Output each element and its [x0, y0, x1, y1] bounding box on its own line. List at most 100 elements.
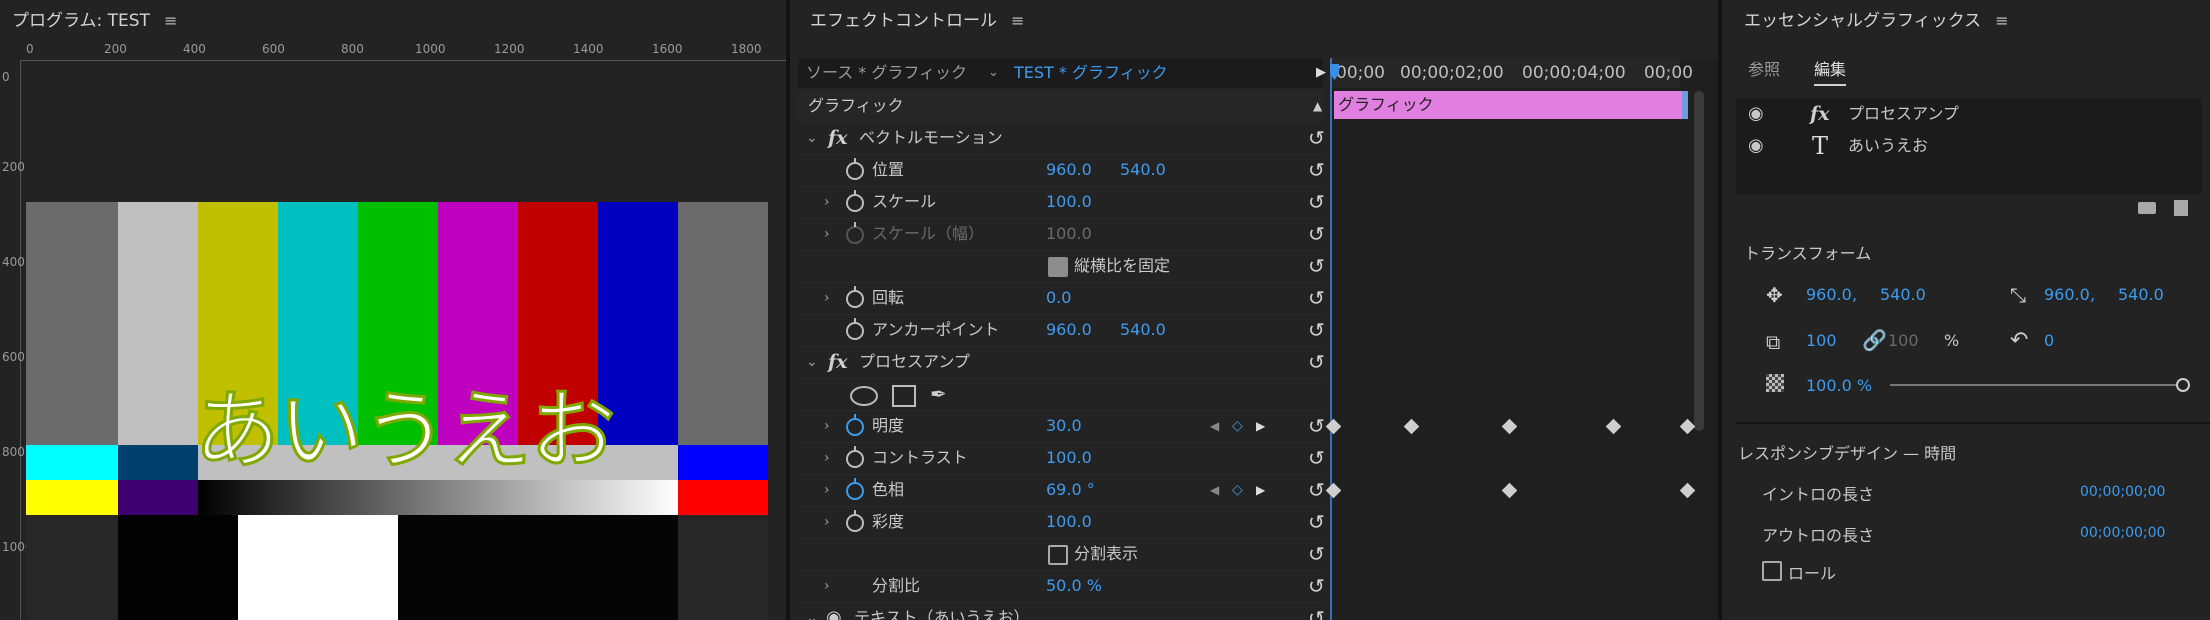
clip-end-handle[interactable] [1682, 91, 1688, 119]
scale-value[interactable]: 100 [1806, 331, 1837, 350]
scale-value[interactable]: 100.0 [1046, 186, 1092, 218]
reset-icon[interactable]: ↺ [1308, 282, 1325, 314]
stopwatch-icon[interactable] [846, 414, 864, 436]
anchor-point-icon[interactable]: ⤡ [2010, 283, 2026, 307]
stopwatch-icon[interactable] [846, 190, 864, 212]
split-percent-value[interactable]: 50.0 % [1046, 570, 1102, 602]
chevron-right-icon[interactable]: › [824, 442, 830, 474]
reset-icon[interactable]: ↺ [1308, 442, 1325, 474]
play-triangle-icon[interactable]: ▶ [1316, 58, 1326, 88]
opacity-slider-thumb[interactable] [2176, 378, 2190, 392]
property-contrast[interactable]: › コントラスト 100.0 ↺ [798, 442, 1325, 475]
add-keyframe-icon[interactable]: ◇ [1232, 410, 1243, 442]
chevron-right-icon[interactable]: › [824, 506, 830, 538]
saturation-value[interactable]: 100.0 [1046, 506, 1092, 538]
panel-menu-icon[interactable]: ≡ [164, 11, 177, 30]
reset-icon[interactable]: ↺ [1308, 602, 1325, 620]
effect-vector-motion[interactable]: ⌄ fx ベクトルモーション ↺ [798, 122, 1325, 155]
layer-row[interactable]: ◉ fx プロセスアンプ [1736, 98, 2202, 130]
tab-edit[interactable]: 編集 [1814, 56, 1847, 86]
stopwatch-icon[interactable] [846, 478, 864, 500]
opacity-slider-track[interactable] [1890, 384, 2182, 386]
layer-row[interactable]: ◉ T あいうえお [1736, 130, 2202, 162]
property-split-view[interactable]: 分割表示 ↺ [798, 538, 1325, 571]
link-icon[interactable]: 🔗 [1862, 328, 1887, 352]
time-ruler[interactable]: 00;00 00;00;02;00 00;00;04;00 00;00 [1332, 58, 1693, 88]
contrast-value[interactable]: 100.0 [1046, 442, 1092, 474]
stopwatch-icon[interactable] [846, 318, 864, 340]
position-y-value[interactable]: 540.0 [1120, 154, 1166, 186]
position-y-value[interactable]: 540.0 [1880, 285, 1926, 304]
scale-icon[interactable]: ⧉ [1766, 330, 1780, 354]
property-saturation[interactable]: › 彩度 100.0 ↺ [798, 506, 1325, 539]
property-anchor-point[interactable]: アンカーポイント 960.0 540.0 ↺ [798, 314, 1325, 347]
timeline-scrollbar[interactable] [1694, 91, 1704, 431]
rotation-icon[interactable]: ↶ [2010, 328, 2028, 353]
text-layer-row[interactable]: ⌄ ◉ テキスト（あいうえお） ↺ [798, 602, 1325, 620]
stopwatch-icon[interactable] [846, 446, 864, 468]
chevron-right-icon[interactable]: › [824, 474, 830, 506]
pen-mask-icon[interactable]: ✒ [930, 378, 947, 410]
fx-icon[interactable]: fx [828, 346, 848, 378]
chevron-down-icon[interactable]: ⌄ [806, 346, 818, 378]
stopwatch-icon[interactable] [846, 158, 864, 180]
ellipse-mask-icon[interactable] [850, 386, 878, 406]
reset-icon[interactable]: ↺ [1308, 314, 1325, 346]
reset-icon[interactable]: ↺ [1308, 410, 1325, 442]
opacity-icon[interactable] [1766, 374, 1784, 392]
graphic-clip-bar[interactable]: グラフィック [1334, 91, 1688, 119]
reset-icon[interactable]: ↺ [1308, 474, 1325, 506]
split-view-checkbox[interactable] [1048, 545, 1068, 565]
anchor-y-value[interactable]: 540.0 [2118, 285, 2164, 304]
prev-keyframe-icon[interactable]: ◀ [1210, 410, 1219, 442]
eye-icon[interactable]: ◉ [1748, 98, 1764, 130]
next-keyframe-icon[interactable]: ▶ [1256, 474, 1265, 506]
chevron-right-icon[interactable]: › [824, 186, 830, 218]
next-keyframe-icon[interactable]: ▶ [1256, 410, 1265, 442]
keyframe-diamond[interactable] [1501, 418, 1518, 435]
keyframe-diamond[interactable] [1679, 418, 1696, 435]
graphic-text-overlay[interactable]: あいうえお [193, 360, 618, 485]
collapse-up-icon[interactable]: ▲ [1313, 90, 1322, 122]
essential-graphics-title[interactable]: エッセンシャルグラフィックス ≡ [1744, 6, 2009, 31]
panel-menu-icon[interactable]: ≡ [1011, 11, 1024, 30]
opacity-value[interactable]: 100.0 % [1806, 376, 1872, 395]
eye-icon[interactable]: ◉ [826, 602, 842, 620]
anchor-x-value[interactable]: 960.0 [1046, 314, 1092, 346]
prev-keyframe-icon[interactable]: ◀ [1210, 474, 1219, 506]
stopwatch-icon[interactable] [846, 510, 864, 532]
intro-duration-value[interactable]: 00;00;00;00 [2080, 484, 2165, 500]
property-position[interactable]: 位置 960.0 540.0 ↺ [798, 154, 1325, 187]
anchor-x-value[interactable]: 960.0 [2044, 285, 2090, 304]
anchor-y-value[interactable]: 540.0 [1120, 314, 1166, 346]
chevron-right-icon[interactable]: › [824, 410, 830, 442]
reset-icon[interactable]: ↺ [1308, 122, 1325, 154]
chevron-right-icon[interactable]: › [824, 282, 830, 314]
add-keyframe-icon[interactable]: ◇ [1232, 474, 1243, 506]
target-clip-label[interactable]: TEST * グラフィック [1014, 58, 1168, 88]
effect-controls-title[interactable]: エフェクトコントロール ≡ [810, 6, 1024, 31]
chevron-down-icon[interactable]: ⌄ [988, 58, 999, 88]
tab-browse[interactable]: 参照 [1748, 56, 1780, 80]
program-video-frame[interactable]: あいうえお [26, 202, 768, 620]
property-uniform-scale[interactable]: 縦横比を固定 ↺ [798, 250, 1325, 283]
property-scale[interactable]: › スケール 100.0 ↺ [798, 186, 1325, 219]
rectangle-mask-icon[interactable] [892, 385, 916, 407]
position-x-value[interactable]: 960.0 [1806, 285, 1852, 304]
move-icon[interactable]: ✥ [1766, 283, 1783, 307]
rotation-value[interactable]: 0 [2044, 331, 2054, 350]
keyframe-diamond[interactable] [1679, 482, 1696, 499]
reset-icon[interactable]: ↺ [1308, 538, 1325, 570]
eye-icon[interactable]: ◉ [1748, 130, 1764, 162]
position-x-value[interactable]: 960.0 [1046, 154, 1092, 186]
chevron-down-icon[interactable]: ⌄ [806, 602, 818, 620]
reset-icon[interactable]: ↺ [1308, 250, 1325, 282]
new-group-icon[interactable] [2138, 202, 2156, 214]
property-split-percent[interactable]: › 分割比 50.0 % ↺ [798, 570, 1325, 603]
hue-value[interactable]: 69.0 ° [1046, 474, 1095, 506]
keyframe-diamond[interactable] [1325, 418, 1342, 435]
reset-icon[interactable]: ↺ [1308, 570, 1325, 602]
property-hue[interactable]: › 色相 69.0 ° ◀ ◇ ▶ ↺ [798, 474, 1325, 507]
stopwatch-icon[interactable] [846, 286, 864, 308]
source-label[interactable]: ソース * グラフィック [806, 58, 967, 88]
